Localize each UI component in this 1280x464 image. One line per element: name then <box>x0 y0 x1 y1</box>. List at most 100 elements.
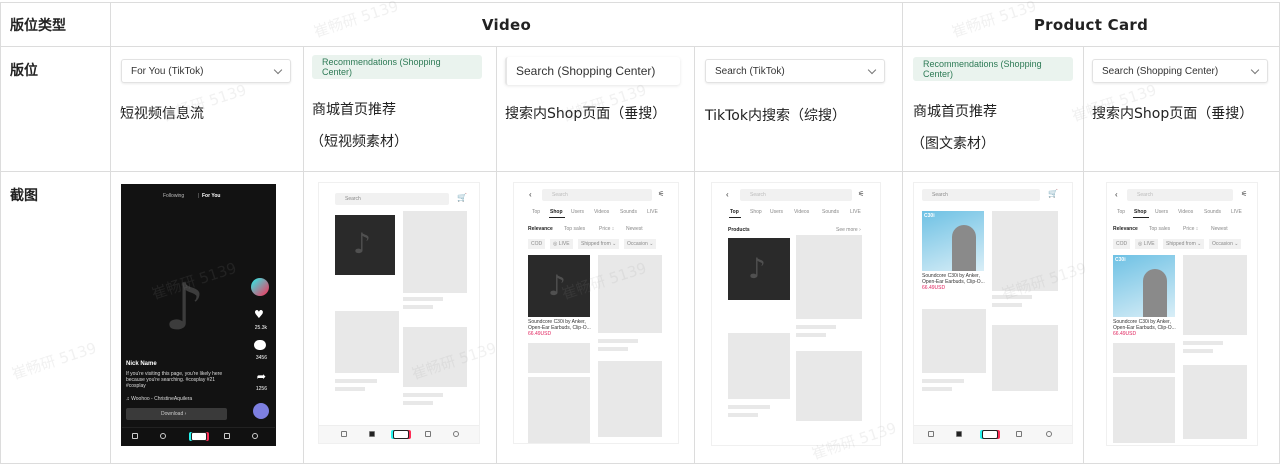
product-placeholder <box>1183 365 1248 439</box>
tab-live[interactable]: LIVE <box>850 209 861 215</box>
filter-top-sales[interactable]: Top sales <box>564 226 585 232</box>
filter-newest[interactable]: Newest <box>1211 226 1228 232</box>
chip-shipped-from[interactable]: Shipped from ⌄ <box>578 239 620 249</box>
tab-videos[interactable]: Videos <box>1178 209 1193 215</box>
tab-sounds[interactable]: Sounds <box>620 209 637 215</box>
chip-live[interactable]: ◎ LIVE <box>550 239 573 249</box>
tab-top[interactable]: Top <box>532 209 540 215</box>
tab-shop[interactable]: Shop <box>550 209 563 215</box>
placement-cell-search-shop-card: Search (Shopping Center) 搜索内Shop页面（垂搜） <box>1083 46 1280 172</box>
inbox-icon[interactable] <box>425 431 431 437</box>
chip-live[interactable]: ◎ LIVE <box>1135 239 1158 249</box>
filter-relevance[interactable]: Relevance <box>1113 226 1138 232</box>
discover-icon[interactable] <box>160 433 166 439</box>
product-image[interactable]: C30i <box>922 211 985 271</box>
chip-shipped-from[interactable]: Shipped from ⌄ <box>1163 239 1205 249</box>
video-thumbnail[interactable]: ♪ <box>335 215 395 275</box>
text-placeholder <box>403 401 433 405</box>
chip-occasion[interactable]: Occasion ⌄ <box>1209 239 1242 249</box>
profile-icon[interactable] <box>453 431 459 437</box>
video-thumbnail[interactable]: ♪ <box>528 255 590 317</box>
download-button[interactable]: Download › <box>126 408 227 420</box>
placement-name: 搜索内Shop页面（垂搜） <box>1092 106 1254 122</box>
tab-shop[interactable]: Shop <box>1134 209 1147 215</box>
placement-select-search-shop-card[interactable]: Search (Shopping Center) <box>1092 59 1269 83</box>
share-icon[interactable]: ➦ <box>257 370 266 383</box>
shop-icon[interactable] <box>369 431 375 437</box>
product-image-badge: C30i <box>924 213 935 219</box>
active-tab-indicator <box>1133 217 1150 218</box>
cart-icon[interactable]: 🛒 <box>457 193 467 202</box>
placement-select-recommend-video[interactable]: Recommendations (Shopping Center) <box>312 55 482 79</box>
placement-select-foryou[interactable]: For You (TikTok) <box>121 59 291 83</box>
product-placeholder <box>728 333 790 399</box>
filter-icon[interactable]: ⚟ <box>858 190 864 198</box>
tab-users[interactable]: Users <box>571 209 584 215</box>
filter-price[interactable]: Price ↕ <box>599 226 614 232</box>
filter-price[interactable]: Price ↕ <box>1183 226 1198 232</box>
video-thumbnail[interactable]: ♪ <box>728 238 790 300</box>
filter-icon[interactable]: ⚟ <box>1241 190 1247 198</box>
filter-icon[interactable]: ⚟ <box>658 190 664 198</box>
tab-videos[interactable]: Videos <box>794 209 809 215</box>
back-icon[interactable]: ‹ <box>1115 190 1118 199</box>
create-button[interactable] <box>982 430 999 439</box>
product-title[interactable]: Soundcore C30i by Anker, Open-Ear Earbud… <box>1113 319 1179 331</box>
likes-count: 25.3k <box>254 325 267 331</box>
placement-select-search-shop[interactable]: Search (Shopping Center) <box>505 57 680 85</box>
tab-divider: | <box>198 193 200 199</box>
placement-select-search-tiktok[interactable]: Search (TikTok) <box>705 59 885 83</box>
back-icon[interactable]: ‹ <box>726 190 729 199</box>
chip-occasion[interactable]: Occasion ⌄ <box>624 239 657 249</box>
filter-top-sales[interactable]: Top sales <box>1149 226 1170 232</box>
cart-icon[interactable]: 🛒 <box>1048 189 1058 198</box>
chip-cod[interactable]: COD <box>1113 239 1131 249</box>
tab-live[interactable]: LIVE <box>647 209 658 215</box>
home-icon[interactable] <box>341 431 347 437</box>
tab-sounds[interactable]: Sounds <box>1204 209 1221 215</box>
search-bar[interactable]: Search <box>542 189 652 201</box>
product-placeholder <box>403 327 467 387</box>
placement-name: TikTok内搜索（综搜） <box>705 108 846 124</box>
search-bar[interactable]: Search <box>922 189 1041 201</box>
home-icon[interactable] <box>132 433 138 439</box>
profile-icon[interactable] <box>252 433 258 439</box>
product-title[interactable]: Soundcore C30i by Anker, Open-Ear Earbud… <box>922 273 988 285</box>
avatar[interactable] <box>251 278 269 296</box>
search-bar[interactable]: Search <box>740 189 852 201</box>
search-bar[interactable]: Search <box>1127 189 1234 201</box>
home-icon[interactable] <box>928 431 935 437</box>
tab-top[interactable]: Top <box>1117 209 1125 215</box>
filter-relevance[interactable]: Relevance <box>528 226 553 232</box>
chip-cod[interactable]: COD <box>528 239 546 249</box>
product-image[interactable]: C30i <box>1113 255 1176 317</box>
heart-icon[interactable]: ♥ <box>254 309 265 320</box>
search-bar[interactable]: Search <box>335 193 449 205</box>
back-icon[interactable]: ‹ <box>529 190 532 199</box>
tab-sounds[interactable]: Sounds <box>822 209 839 215</box>
search-placeholder: Search <box>750 192 766 198</box>
product-title[interactable]: Soundcore C30i by Anker, Open-Ear Earbud… <box>528 319 594 331</box>
create-button[interactable] <box>393 430 409 439</box>
comment-icon[interactable] <box>254 340 266 350</box>
inbox-icon[interactable] <box>224 433 230 439</box>
tab-shop[interactable]: Shop <box>750 209 762 215</box>
screenshot-row-label: 截图 <box>10 188 38 204</box>
creator-name: Nick Name <box>126 361 157 367</box>
screenshot-cell-foryou: Following | For You ♪ ♥ 25.3k 3456 ➦ 125… <box>110 171 304 464</box>
create-button[interactable] <box>191 432 207 441</box>
text-placeholder <box>922 387 953 391</box>
tab-videos[interactable]: Videos <box>594 209 609 215</box>
tab-top[interactable]: Top <box>730 209 739 215</box>
text-placeholder <box>728 405 770 409</box>
tab-users[interactable]: Users <box>1155 209 1168 215</box>
tab-live[interactable]: LIVE <box>1231 209 1242 215</box>
profile-icon[interactable] <box>1046 431 1053 437</box>
tab-users[interactable]: Users <box>770 209 783 215</box>
placement-select-recommend-card[interactable]: Recommendations (Shopping Center) <box>913 57 1074 81</box>
inbox-icon[interactable] <box>1016 431 1023 437</box>
filter-newest[interactable]: Newest <box>626 226 643 232</box>
shop-icon[interactable] <box>956 431 963 437</box>
shares-count: 1256 <box>255 386 267 392</box>
see-more-link[interactable]: See more › <box>836 227 861 233</box>
